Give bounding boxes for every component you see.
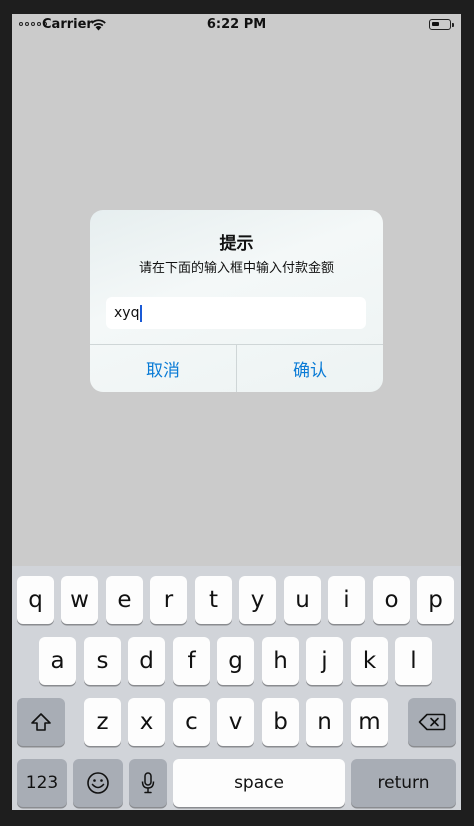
- key-m[interactable]: m: [351, 698, 388, 746]
- text-caret: [140, 304, 143, 322]
- microphone-icon: [141, 772, 155, 794]
- delete-key[interactable]: [408, 698, 456, 746]
- shift-icon: [31, 713, 51, 731]
- phone-screen: Carrier 6:22 PM 提示 请在下面的输入框中输入付款金额 xyq 取…: [12, 14, 461, 810]
- numbers-key[interactable]: 123: [17, 759, 67, 807]
- key-x[interactable]: x: [128, 698, 165, 746]
- battery-icon: [429, 19, 454, 30]
- keyboard: q w e r t y u i o p a s d f g h j k l z …: [12, 566, 461, 810]
- key-c[interactable]: c: [173, 698, 210, 746]
- status-bar: Carrier 6:22 PM: [12, 14, 461, 36]
- key-e[interactable]: e: [106, 576, 143, 624]
- return-key[interactable]: return: [351, 759, 456, 807]
- input-value: xyq: [114, 305, 140, 321]
- key-q[interactable]: q: [17, 576, 54, 624]
- alert-title: 提示: [219, 234, 254, 254]
- key-h[interactable]: h: [262, 637, 299, 685]
- shift-key[interactable]: [17, 698, 65, 746]
- key-y[interactable]: y: [239, 576, 276, 624]
- key-s[interactable]: s: [84, 637, 121, 685]
- alert-dialog: 提示 请在下面的输入框中输入付款金额 xyq 取消 确认: [90, 210, 383, 392]
- emoji-icon: [87, 772, 109, 794]
- key-i[interactable]: i: [328, 576, 365, 624]
- alert-message: 请在下面的输入框中输入付款金额: [138, 261, 334, 276]
- key-u[interactable]: u: [284, 576, 321, 624]
- key-f[interactable]: f: [173, 637, 210, 685]
- dictation-key[interactable]: [129, 759, 167, 807]
- key-d[interactable]: d: [128, 637, 165, 685]
- key-g[interactable]: g: [217, 637, 254, 685]
- confirm-button[interactable]: 确认: [237, 345, 383, 392]
- key-o[interactable]: o: [373, 576, 410, 624]
- status-time: 6:22 PM: [206, 17, 267, 32]
- cancel-button[interactable]: 取消: [90, 345, 236, 392]
- key-l[interactable]: l: [395, 637, 432, 685]
- key-j[interactable]: j: [306, 637, 343, 685]
- space-key[interactable]: space: [173, 759, 345, 807]
- emoji-key[interactable]: [73, 759, 123, 807]
- key-n[interactable]: n: [306, 698, 343, 746]
- key-t[interactable]: t: [195, 576, 232, 624]
- key-z[interactable]: z: [84, 698, 121, 746]
- key-v[interactable]: v: [217, 698, 254, 746]
- key-a[interactable]: a: [39, 637, 76, 685]
- payment-amount-input[interactable]: xyq: [106, 297, 366, 329]
- key-r[interactable]: r: [150, 576, 187, 624]
- backspace-icon: [418, 713, 446, 731]
- key-w[interactable]: w: [61, 576, 98, 624]
- key-k[interactable]: k: [351, 637, 388, 685]
- key-p[interactable]: p: [417, 576, 454, 624]
- key-b[interactable]: b: [262, 698, 299, 746]
